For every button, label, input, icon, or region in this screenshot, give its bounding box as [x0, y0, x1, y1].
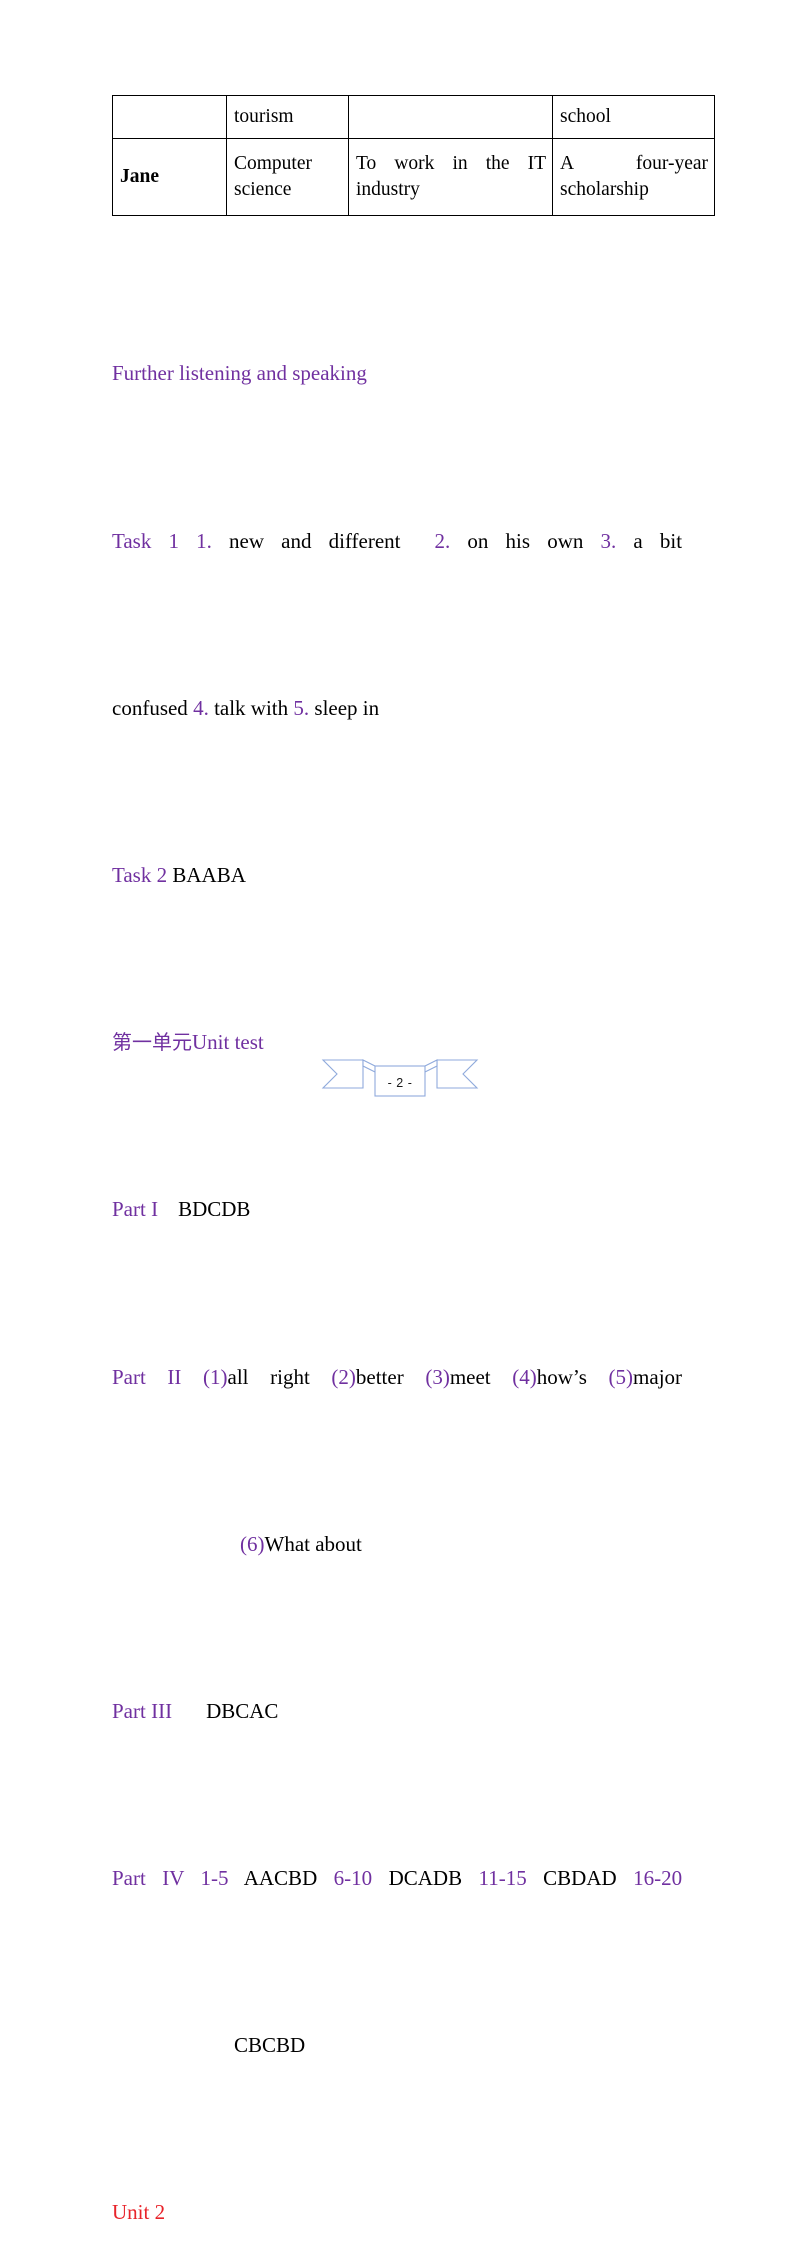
task1-num-1: 1. [196, 528, 212, 553]
answer-key-body: Further listening and speaking Task 1 1.… [112, 228, 682, 2264]
table-row: tourism school [112, 95, 715, 139]
part2-num-3: (3) [425, 1364, 450, 1389]
answer-table: tourism school Jane Computer science To … [112, 95, 715, 216]
line-part3: Part III DBCAC [112, 1691, 682, 1733]
part4-answer-4: CBCBD [234, 2033, 306, 2058]
part2-label: Part II [112, 1364, 182, 1389]
task1-answer-3: a bit [633, 528, 683, 553]
table-cell-goal [348, 95, 553, 139]
part1-label: Part I [112, 1197, 159, 1222]
task1-num-2: 2. [434, 528, 451, 553]
page-footer: - 2 - [0, 1053, 800, 1115]
part4-answer-3: CBDAD [543, 1866, 617, 1891]
part4-label: Part IV [112, 1866, 185, 1891]
part2-num-1: (1) [203, 1364, 228, 1389]
part4-answer-1: AACBD [243, 1866, 318, 1891]
line-part4-cont: CBCBD [112, 2025, 682, 2067]
task1-num-5: 5. [293, 695, 310, 720]
unit-test-label-en: Unit test [192, 1030, 264, 1055]
table-cell-major: tourism [226, 95, 349, 139]
table-cell-name [112, 95, 227, 139]
part3-answer: DBCAC [206, 1698, 279, 1723]
table-cell-major: Computer science [226, 138, 349, 216]
line-part4: Part IV 1-5 AACBD 6-10 DCADB 11-15 CBDAD… [112, 1858, 682, 1900]
line-part2: Part II (1)all right (2)better (3)meet (… [112, 1357, 682, 1399]
unit2-label: Unit 2 [112, 2200, 166, 2225]
table-cell-support: school [552, 95, 715, 139]
unit-test-label-cn: 第一单元 [112, 1030, 192, 1055]
part4-range-3: 11-15 [478, 1866, 527, 1891]
task2-label: Task 2 [112, 862, 168, 887]
task1-answer-2: on his own [467, 528, 584, 553]
table-cell-support: A four-year scholarship [552, 138, 715, 216]
line-task1: Task 1 1. new and different 2. on his own… [112, 521, 682, 563]
part2-answer-4: how’s [536, 1364, 587, 1389]
line-task2: Task 2 BAABA [112, 855, 682, 897]
task2-answer: BAABA [172, 862, 246, 887]
task1-answer-3-cont: confused [112, 695, 188, 720]
task1-num-4: 4. [193, 695, 209, 720]
task1-num-3: 3. [600, 528, 617, 553]
table-cell-name: Jane [112, 138, 227, 216]
part2-num-4: (4) [512, 1364, 537, 1389]
part2-answer-5: major [633, 1364, 683, 1389]
part4-range-1: 1-5 [200, 1866, 229, 1891]
table-cell-goal: To work in the IT industry [348, 138, 553, 216]
part2-num-6: (6) [240, 1531, 265, 1556]
line-part1: Part I BDCDB [112, 1189, 682, 1231]
heading-unit2: Unit 2 [112, 2192, 682, 2234]
task1-answer-4: talk with [214, 695, 289, 720]
part2-num-2: (2) [331, 1364, 356, 1389]
table-row: Jane Computer science To work in the IT … [112, 138, 715, 216]
heading-further-listening: Further listening and speaking [112, 353, 682, 395]
line-part2-cont: (6)What about [112, 1524, 682, 1566]
part4-range-2: 6-10 [333, 1866, 373, 1891]
part4-range-4: 16-20 [633, 1866, 683, 1891]
part2-answer-3: meet [449, 1364, 491, 1389]
page-number: - 2 - [387, 1076, 413, 1090]
part2-answer-1: all right [227, 1364, 310, 1389]
ribbon-banner: - 2 - [320, 1053, 480, 1116]
part1-answer: BDCDB [178, 1197, 251, 1222]
line-task1-cont: confused 4. talk with 5. sleep in [112, 688, 682, 730]
part2-answer-2: better [355, 1364, 404, 1389]
heading-further-listening-label: Further listening and speaking [112, 361, 367, 386]
part3-label: Part III [112, 1698, 173, 1723]
task1-label: Task 1 [112, 528, 179, 553]
part2-answer-6: What about [264, 1531, 362, 1556]
task1-answer-1: new and different [229, 528, 401, 553]
part2-num-5: (5) [608, 1364, 634, 1389]
task1-answer-5: sleep in [314, 695, 380, 720]
part4-answer-2: DCADB [388, 1866, 463, 1891]
